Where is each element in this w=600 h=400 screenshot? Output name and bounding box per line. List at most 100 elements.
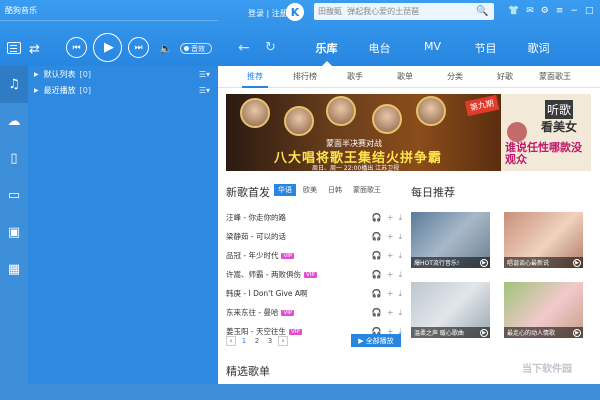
list-item[interactable]: 品冠 - 年少时代 VIP 🎧 + ⤓ xyxy=(226,246,402,265)
play-circle-icon[interactable]: ▶ xyxy=(573,328,581,337)
subtab-good-songs[interactable]: 好歌 xyxy=(480,66,530,87)
mini-mode-icon[interactable] xyxy=(7,42,21,54)
song-name[interactable]: 许嵩、师霸 - 两败俱伤 xyxy=(226,269,301,280)
region-tab-chinese[interactable]: 华语 xyxy=(274,184,296,196)
brand-logo[interactable]: K xyxy=(286,3,304,21)
featured-playlists-title: 精选歌单 xyxy=(226,365,270,378)
add-icon[interactable]: + xyxy=(387,251,394,261)
song-name[interactable]: 品冠 - 年少时代 xyxy=(226,250,278,261)
subtab-playlists[interactable]: 歌单 xyxy=(380,66,430,87)
phone-icon[interactable]: ▯ xyxy=(0,140,28,177)
back-arrow-icon[interactable]: ← xyxy=(238,40,250,56)
maximize-icon[interactable]: □ xyxy=(585,6,594,16)
song-name[interactable]: 韩庚 - I Don't Give A啊 xyxy=(226,288,308,299)
volume-icon[interactable]: 🔈 xyxy=(159,42,173,55)
tab-radio[interactable]: 电台 xyxy=(353,40,406,62)
playlist-menu-icon[interactable]: ☰▾ xyxy=(199,86,210,95)
main-content: 推荐 排行榜 歌手 歌单 分类 好歌 蒙面歌王 第九期 蒙面半决赛对战 八大唱将… xyxy=(218,66,600,384)
daily-card[interactable]: 最走心的动人情歌 ▶ xyxy=(504,282,583,338)
list-item[interactable]: 许嵩、师霸 - 两败俱伤 VIP 🎧 + ⤓ xyxy=(226,265,402,284)
region-tab-jpkr[interactable]: 日韩 xyxy=(324,184,346,196)
next-page-icon[interactable]: › xyxy=(278,336,288,346)
music-note-icon[interactable]: ♫ xyxy=(0,66,28,103)
headphones-icon[interactable]: 🎧 xyxy=(372,308,382,318)
play-circle-icon[interactable]: ▶ xyxy=(480,328,488,337)
add-icon[interactable]: + xyxy=(387,308,394,318)
subtab-charts[interactable]: 排行榜 xyxy=(280,66,330,87)
next-button[interactable]: ⏭ xyxy=(128,37,149,58)
hero-banner[interactable]: 第九期 蒙面半决赛对战 八大唱将歌王集结火拼争霸 周日、周一 22:00播出 江… xyxy=(226,94,502,171)
headphones-icon[interactable]: 🎧 xyxy=(372,270,382,280)
region-tab-western[interactable]: 欧美 xyxy=(299,184,321,196)
search-input[interactable] xyxy=(318,7,476,16)
download-icon[interactable]: ⤓ xyxy=(398,308,402,318)
headphones-icon[interactable]: 🎧 xyxy=(372,213,382,223)
singer-photo xyxy=(372,104,402,134)
play-circle-icon[interactable]: ▶ xyxy=(573,258,581,267)
headphones-icon[interactable]: 🎧 xyxy=(372,251,382,261)
add-icon[interactable]: + xyxy=(387,213,394,223)
add-icon[interactable]: + xyxy=(387,232,394,242)
page-1[interactable]: 1 xyxy=(239,336,249,346)
play-button[interactable]: ▶ xyxy=(93,33,122,62)
login-link[interactable]: 登录 | 注册 xyxy=(248,8,288,19)
add-icon[interactable]: + xyxy=(387,270,394,280)
daily-card[interactable]: 温柔之声 暖心歌曲 ▶ xyxy=(411,282,490,338)
tab-lyrics[interactable]: 歌词 xyxy=(512,40,565,62)
playlist-menu-icon[interactable]: ☰▾ xyxy=(199,70,210,79)
cloud-icon[interactable]: ☁ xyxy=(0,103,28,140)
prev-button[interactable]: ⏮ xyxy=(66,37,87,58)
region-tab-masked[interactable]: 蒙面歌王 xyxy=(349,184,385,196)
playlist-item-default[interactable]: ▶ 默认列表 [0] ☰▾ xyxy=(28,66,218,82)
search-box[interactable]: 🔍 xyxy=(314,3,494,20)
song-name[interactable]: 东来东往 - 曼哈 xyxy=(226,307,278,318)
search-icon[interactable]: 🔍 xyxy=(476,6,488,17)
play-circle-icon[interactable]: ▶ xyxy=(480,258,488,267)
promo-banner[interactable]: 听歌 看美女 谁说任性哪款没观众 xyxy=(501,94,591,171)
download-icon[interactable]: ⤓ xyxy=(398,232,402,242)
tab-mv[interactable]: MV xyxy=(406,40,459,62)
message-icon[interactable]: ✉ xyxy=(526,6,534,16)
page-3[interactable]: 3 xyxy=(265,336,275,346)
list-item[interactable]: 东来东往 - 曼哈 VIP 🎧 + ⤓ xyxy=(226,303,402,322)
download-icon[interactable]: ⤓ xyxy=(398,270,402,280)
download-icon[interactable]: ⤓ xyxy=(398,251,402,261)
add-icon[interactable]: + xyxy=(387,289,394,299)
tab-shows[interactable]: 节目 xyxy=(459,40,512,62)
expand-arrow-icon[interactable]: ▶ xyxy=(34,87,39,94)
card-caption: 最走心的动人情歌 xyxy=(507,330,556,337)
subtab-categories[interactable]: 分类 xyxy=(430,66,480,87)
download-icon[interactable]: ⤓ xyxy=(398,289,402,299)
menu-icon[interactable]: ≡ xyxy=(556,6,564,16)
sound-effect-toggle[interactable]: 音效 xyxy=(180,43,212,54)
daily-card[interactable]: 唱谐谈心最新说 ▶ xyxy=(504,212,583,268)
expand-arrow-icon[interactable]: ▶ xyxy=(34,71,39,78)
subtab-artists[interactable]: 歌手 xyxy=(330,66,380,87)
headphones-icon[interactable]: 🎧 xyxy=(372,232,382,242)
download-icon[interactable]: ⤓ xyxy=(398,213,402,223)
song-name[interactable]: 汪峰 - 你走你的路 xyxy=(226,212,286,223)
settings-icon[interactable]: ⚙ xyxy=(541,6,549,16)
list-item[interactable]: 韩庚 - I Don't Give A啊 🎧 + ⤓ xyxy=(226,284,402,303)
prev-page-icon[interactable]: ‹ xyxy=(226,336,236,346)
singer-photo xyxy=(416,96,446,126)
download-box-icon[interactable]: ▣ xyxy=(0,214,28,251)
page-2[interactable]: 2 xyxy=(252,336,262,346)
play-all-button[interactable]: ▶ 全部播放 xyxy=(351,334,401,347)
skin-icon[interactable]: 👕 xyxy=(508,6,519,16)
refresh-icon[interactable]: ↻ xyxy=(265,40,276,55)
subtab-recommend[interactable]: 推荐 xyxy=(230,66,280,88)
minimize-icon[interactable]: − xyxy=(570,6,578,16)
repeat-icon[interactable]: ⇄ xyxy=(29,42,40,57)
monitor-icon[interactable]: ▭ xyxy=(0,177,28,214)
list-item[interactable]: 汪峰 - 你走你的路 🎧 + ⤓ xyxy=(226,208,402,227)
song-actions: 🎧 + ⤓ xyxy=(372,270,402,280)
tab-library[interactable]: 乐库 xyxy=(300,40,353,66)
subtab-masked-singer[interactable]: 蒙面歌王 xyxy=(530,66,580,87)
list-item[interactable]: 梁静茹 - 可以的话 🎧 + ⤓ xyxy=(226,227,402,246)
playlist-item-recent[interactable]: ▶ 最近播放 [0] ☰▾ xyxy=(28,82,218,98)
daily-card[interactable]: 爆HOT流行音乐! ▶ xyxy=(411,212,490,268)
headphones-icon[interactable]: 🎧 xyxy=(372,289,382,299)
apps-grid-icon[interactable]: ▦ xyxy=(0,251,28,288)
song-name[interactable]: 梁静茹 - 可以的话 xyxy=(226,231,286,242)
